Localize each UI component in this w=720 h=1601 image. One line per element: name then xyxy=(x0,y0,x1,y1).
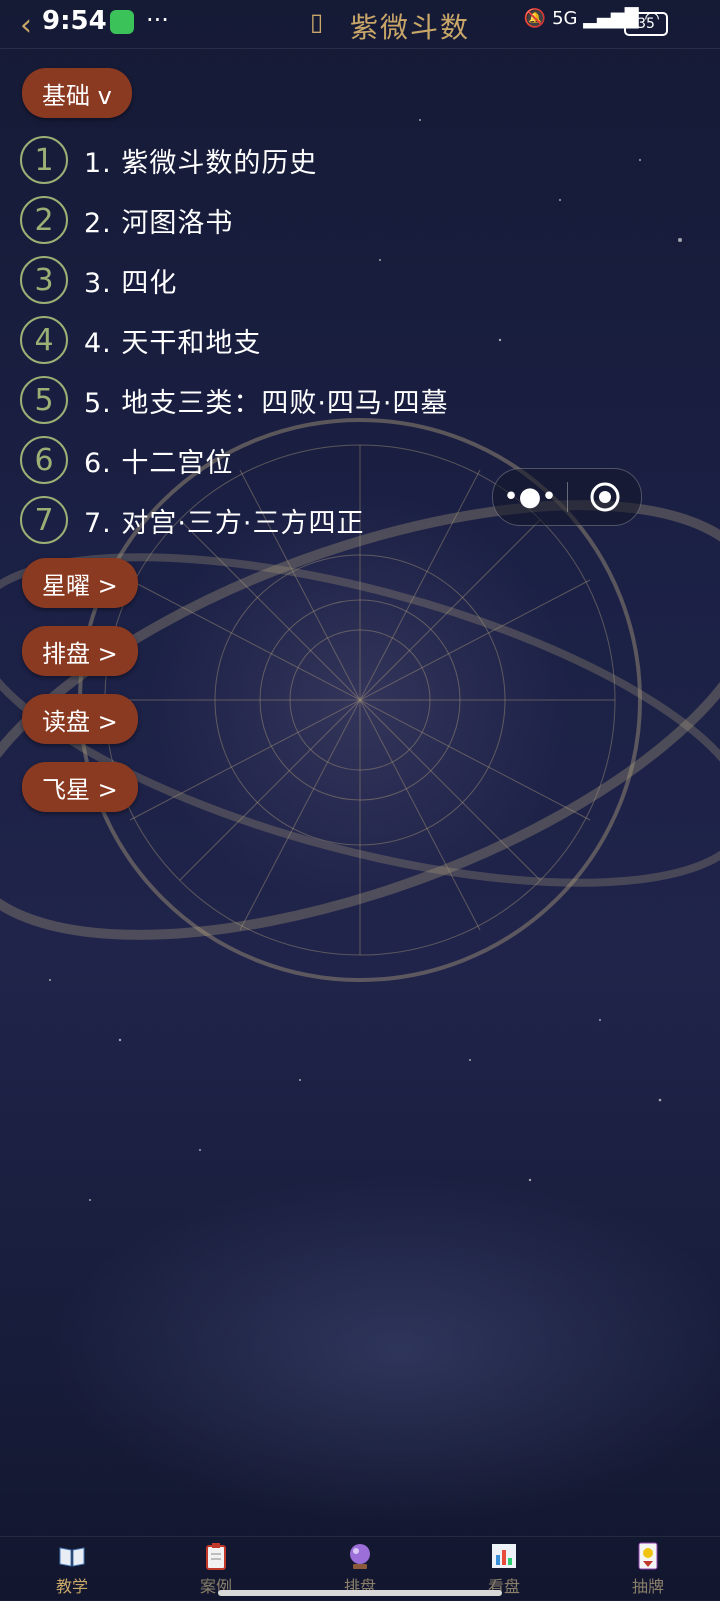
card-icon xyxy=(638,1542,658,1570)
section-stars-button[interactable]: 星曜 > xyxy=(22,558,138,608)
lesson-item[interactable]: 1 1. 紫微斗数的历史 xyxy=(20,135,317,185)
lesson-title: 2. 河图洛书 xyxy=(84,207,234,239)
number-circle-icon: 5 xyxy=(20,376,68,424)
title-icon: ▯ xyxy=(310,8,324,36)
number-circle-icon: 1 xyxy=(20,136,68,184)
section-chart-setup-button[interactable]: 排盘 > xyxy=(22,626,138,676)
lesson-title: 3. 四化 xyxy=(84,267,178,299)
lesson-item[interactable]: 2 2. 河图洛书 xyxy=(20,195,233,245)
more-notification-icon: ··· xyxy=(146,6,169,34)
tab-teaching[interactable]: 教学 xyxy=(0,1537,144,1601)
section-chart-reading-button[interactable]: 读盘 > xyxy=(22,694,138,744)
lesson-item[interactable]: 5 5. 地支三类：四败·四马·四墓 xyxy=(20,375,449,425)
number-circle-icon: 3 xyxy=(20,256,68,304)
more-dots-icon[interactable]: •●• xyxy=(493,482,567,512)
battery-icon: 35 xyxy=(624,12,668,36)
tab-draw-card[interactable]: 抽牌 xyxy=(576,1537,720,1601)
number-circle-icon: 4 xyxy=(20,316,68,364)
tab-label: 教学 xyxy=(55,1577,88,1596)
back-chevron-icon[interactable]: ‹ xyxy=(20,8,32,43)
number-circle-icon: 7 xyxy=(20,496,68,544)
target-circle-icon[interactable] xyxy=(568,481,641,513)
lesson-title: 6. 十二宫位 xyxy=(84,447,234,479)
clipboard-icon xyxy=(206,1543,226,1570)
miniprogram-capsule: •●• xyxy=(492,468,642,526)
wechat-icon xyxy=(110,10,134,34)
status-time: 9:54 xyxy=(42,6,107,36)
lesson-title: 4. 天干和地支 xyxy=(84,327,262,359)
home-indicator xyxy=(218,1590,502,1596)
section-basics-button[interactable]: 基础 v xyxy=(22,68,132,118)
page-title: 紫微斗数 xyxy=(350,11,471,44)
lesson-item[interactable]: 3 3. 四化 xyxy=(20,255,177,305)
tab-label: 抽牌 xyxy=(631,1577,664,1596)
number-circle-icon: 6 xyxy=(20,436,68,484)
number-circle-icon: 2 xyxy=(20,196,68,244)
network-type: 5G xyxy=(552,8,578,29)
status-bar: ‹ 9:54 ··· ▯ 紫微斗数 🔕 5G ▂▄▆█ ◠ 35 xyxy=(0,0,720,49)
crystal-ball-icon xyxy=(350,1544,370,1569)
lesson-item[interactable]: 7 7. 对宫·三方·三方四正 xyxy=(20,495,365,545)
lesson-title: 1. 紫微斗数的历史 xyxy=(84,147,318,179)
lesson-title: 7. 对宫·三方·三方四正 xyxy=(84,507,365,539)
lesson-item[interactable]: 4 4. 天干和地支 xyxy=(20,315,261,365)
book-icon xyxy=(59,1547,85,1567)
section-flying-stars-button[interactable]: 飞星 > xyxy=(22,762,138,812)
bar-chart-icon xyxy=(492,1544,516,1568)
lesson-title: 5. 地支三类：四败·四马·四墓 xyxy=(84,387,449,419)
lesson-item[interactable]: 6 6. 十二宫位 xyxy=(20,435,233,485)
